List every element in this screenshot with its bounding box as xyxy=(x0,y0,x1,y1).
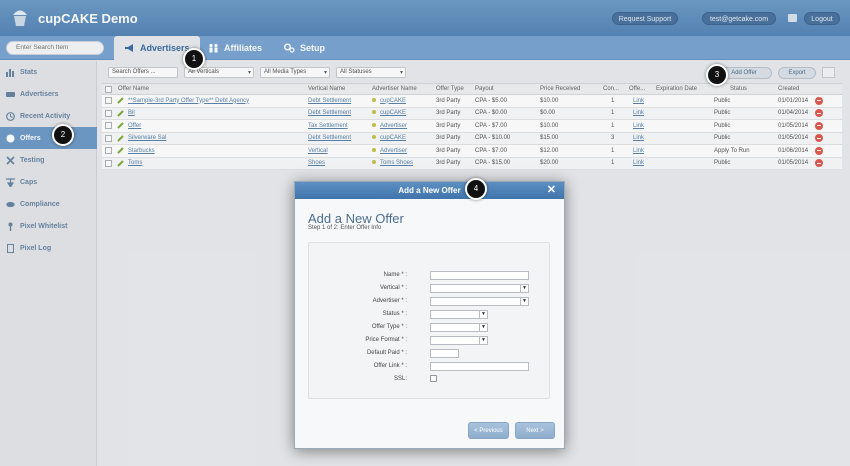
chevron-down-icon: ▼ xyxy=(479,337,487,344)
close-icon[interactable]: ✕ xyxy=(547,182,556,199)
offer-form: Name * : Vertical * : ▼ Advertiser * : ▼… xyxy=(308,242,550,399)
vertical-label: Vertical * : xyxy=(379,285,407,291)
callout-badge: 1 xyxy=(183,48,205,70)
ssl-checkbox[interactable] xyxy=(430,375,437,382)
callout-badge: 2 xyxy=(52,124,74,146)
status-select[interactable]: ▼ xyxy=(430,310,488,319)
ssl-label: SSL: xyxy=(393,376,407,382)
offer-link-input[interactable] xyxy=(430,362,529,371)
chevron-down-icon: ▼ xyxy=(520,298,528,305)
callout-badge: 3 xyxy=(706,64,728,86)
advertiser-select[interactable]: ▼ xyxy=(430,297,529,306)
modal-header: Add a New Offer ✕ xyxy=(295,182,564,199)
price-format-label: Price Format * : xyxy=(365,337,407,343)
vertical-select[interactable]: ▼ xyxy=(430,284,529,293)
modal-header-title: Add a New Offer xyxy=(398,186,461,195)
callout-badge: 4 xyxy=(465,178,487,200)
default-paid-input[interactable] xyxy=(430,349,459,358)
next-button[interactable]: Next > xyxy=(515,422,555,439)
offer-type-label: Offer Type * : xyxy=(371,324,407,330)
advertiser-label: Advertiser * : xyxy=(372,298,407,304)
chevron-down-icon: ▼ xyxy=(479,324,487,331)
chevron-down-icon: ▼ xyxy=(520,285,528,292)
status-label: Status * : xyxy=(382,311,407,317)
previous-button[interactable]: < Previous xyxy=(468,422,509,439)
price-format-select[interactable]: ▼ xyxy=(430,336,488,345)
modal-title: Add a New Offer xyxy=(308,211,404,226)
chevron-down-icon: ▼ xyxy=(479,311,487,318)
name-label: Name * : xyxy=(383,272,407,278)
default-paid-label: Default Paid * : xyxy=(366,350,407,356)
name-input[interactable] xyxy=(430,271,529,280)
modal-step-subtitle: Step 1 of 2: Enter Offer Info xyxy=(308,225,382,231)
add-offer-modal: Add a New Offer ✕ Add a New Offer Step 1… xyxy=(294,181,565,449)
offer-link-label: Offer Link * : xyxy=(373,363,407,369)
offer-type-select[interactable]: ▼ xyxy=(430,323,488,332)
